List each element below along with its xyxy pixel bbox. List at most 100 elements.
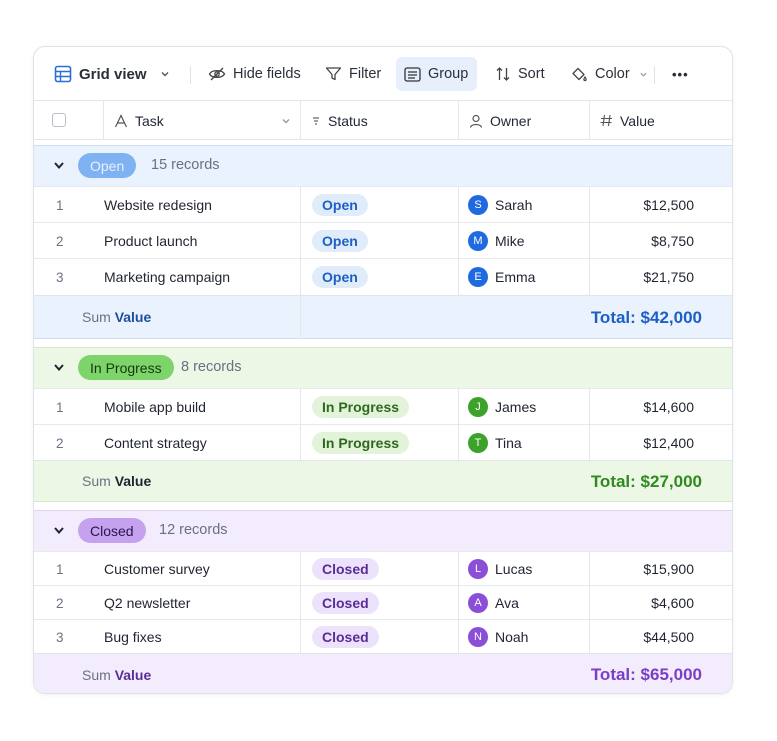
status-badge[interactable]: Closed xyxy=(312,558,379,580)
hide-fields-label: Hide fields xyxy=(233,66,301,82)
task-cell[interactable]: Q2 newsletter xyxy=(104,595,190,611)
value-cell[interactable]: $4,600 xyxy=(651,595,694,611)
column-divider xyxy=(458,101,459,140)
sort-label: Sort xyxy=(518,66,545,82)
summary-function: Sum xyxy=(82,473,111,489)
collapse-chevron-icon[interactable] xyxy=(53,159,65,171)
more-icon: ••• xyxy=(672,66,689,82)
color-button[interactable]: Color xyxy=(562,57,656,91)
avatar: E xyxy=(468,267,488,287)
avatar: L xyxy=(468,559,488,579)
status-badge[interactable]: In Progress xyxy=(312,396,410,418)
owner-cell[interactable]: Tina xyxy=(495,435,522,451)
table-row[interactable]: 2 Q2 newsletter Closed A Ava $4,600 xyxy=(34,585,732,619)
table-row[interactable]: 2 Content strategy In Progress T Tina $1… xyxy=(34,424,732,460)
collapse-chevron-icon[interactable] xyxy=(53,361,65,373)
table-row[interactable]: 1 Mobile app build In Progress J James $… xyxy=(34,388,732,424)
row-number: 1 xyxy=(56,400,64,415)
status-badge[interactable]: Open xyxy=(312,230,368,252)
column-header-value[interactable]: Value xyxy=(600,101,655,140)
row-number: 2 xyxy=(56,596,64,611)
owner-cell[interactable]: Sarah xyxy=(495,197,532,213)
task-cell[interactable]: Customer survey xyxy=(104,561,210,577)
collapse-chevron-icon[interactable] xyxy=(53,524,65,536)
toolbar: Grid view Hide fields Filter Group Sort … xyxy=(34,47,732,101)
value-cell[interactable]: $8,750 xyxy=(651,233,694,249)
column-header-task[interactable]: Task xyxy=(114,101,164,140)
task-cell[interactable]: Mobile app build xyxy=(104,399,206,415)
summary-function: Sum xyxy=(82,667,111,683)
group-total: Total: $42,000 xyxy=(590,308,702,327)
summary-field: Value xyxy=(114,473,152,489)
table-row[interactable]: 1 Customer survey Closed L Lucas $15,900 xyxy=(34,551,732,585)
group-header[interactable]: Closed 12 records xyxy=(34,511,732,551)
select-all-checkbox[interactable] xyxy=(52,113,66,127)
row-number: 1 xyxy=(56,198,64,213)
table-row[interactable]: 3 Bug fixes Closed N Noah $44,500 xyxy=(34,619,732,653)
table-row[interactable]: 1 Website redesign Open S Sarah $12,500 xyxy=(34,186,732,222)
status-badge[interactable]: In Progress xyxy=(312,432,410,454)
group-header[interactable]: In Progress 8 records xyxy=(34,348,732,388)
value-cell[interactable]: $21,750 xyxy=(643,269,694,285)
group-pill: Open xyxy=(78,153,137,178)
task-cell[interactable]: Product launch xyxy=(104,233,197,249)
column-header-status-label: Status xyxy=(328,112,368,129)
column-header-owner-label: Owner xyxy=(490,112,532,129)
more-options-button[interactable]: ••• xyxy=(664,57,697,91)
filter-button[interactable]: Filter xyxy=(317,57,389,91)
group-record-count: 15 records xyxy=(151,157,220,173)
group-summary: Sum Value Total: $42,000 xyxy=(34,295,732,338)
status-badge[interactable]: Open xyxy=(312,266,368,288)
owner-cell[interactable]: Emma xyxy=(495,269,535,285)
status-badge[interactable]: Closed xyxy=(312,592,379,614)
owner-cell[interactable]: Ava xyxy=(495,595,519,611)
avatar: A xyxy=(468,593,488,613)
grid-icon xyxy=(54,65,72,83)
value-cell[interactable]: $44,500 xyxy=(643,629,694,645)
value-cell[interactable]: $12,400 xyxy=(643,435,694,451)
status-badge[interactable]: Open xyxy=(312,194,368,216)
group-header[interactable]: Open 15 records xyxy=(34,146,732,186)
row-number: 2 xyxy=(56,436,64,451)
row-number: 1 xyxy=(56,562,64,577)
task-cell[interactable]: Marketing campaign xyxy=(104,269,230,285)
filter-icon xyxy=(325,67,342,81)
owner-cell[interactable]: James xyxy=(495,399,536,415)
summary-field: Value xyxy=(114,667,152,683)
table-row[interactable]: 3 Marketing campaign Open E Emma $21,750 xyxy=(34,258,732,295)
table-row[interactable]: 2 Product launch Open M Mike $8,750 xyxy=(34,222,732,258)
owner-cell[interactable]: Noah xyxy=(495,629,528,645)
column-divider xyxy=(103,101,104,140)
owner-cell[interactable]: Lucas xyxy=(495,561,532,577)
table-header: Task Status Owner Value xyxy=(34,101,732,140)
row-number: 3 xyxy=(56,270,64,285)
column-header-status[interactable]: Status xyxy=(311,101,368,140)
value-cell[interactable]: $15,900 xyxy=(643,561,694,577)
group-record-count: 8 records xyxy=(181,359,242,375)
owner-cell[interactable]: Mike xyxy=(495,233,525,249)
toolbar-divider xyxy=(654,66,655,84)
group-label: Group xyxy=(428,66,469,82)
column-divider xyxy=(458,388,459,461)
status-badge[interactable]: Closed xyxy=(312,626,379,648)
chevron-down-icon xyxy=(640,72,647,77)
chevron-down-icon[interactable] xyxy=(281,116,291,126)
task-cell[interactable]: Website redesign xyxy=(104,197,212,213)
avatar: M xyxy=(468,231,488,251)
group-button[interactable]: Group xyxy=(396,57,477,91)
summary-function: Sum xyxy=(82,309,111,325)
sort-button[interactable]: Sort xyxy=(487,57,553,91)
user-icon xyxy=(469,114,483,128)
value-cell[interactable]: $14,600 xyxy=(643,399,694,415)
group-icon xyxy=(404,66,421,82)
hide-fields-button[interactable]: Hide fields xyxy=(200,57,309,91)
grid-view-button[interactable]: Grid view xyxy=(46,57,178,91)
row-number: 3 xyxy=(56,630,64,645)
column-header-owner[interactable]: Owner xyxy=(469,101,531,140)
grid-card: Grid view Hide fields Filter Group Sort … xyxy=(33,46,733,694)
value-cell[interactable]: $12,500 xyxy=(643,197,694,213)
task-cell[interactable]: Bug fixes xyxy=(104,629,162,645)
column-divider xyxy=(589,388,590,461)
task-cell[interactable]: Content strategy xyxy=(104,435,207,451)
chevron-down-icon xyxy=(161,72,169,77)
